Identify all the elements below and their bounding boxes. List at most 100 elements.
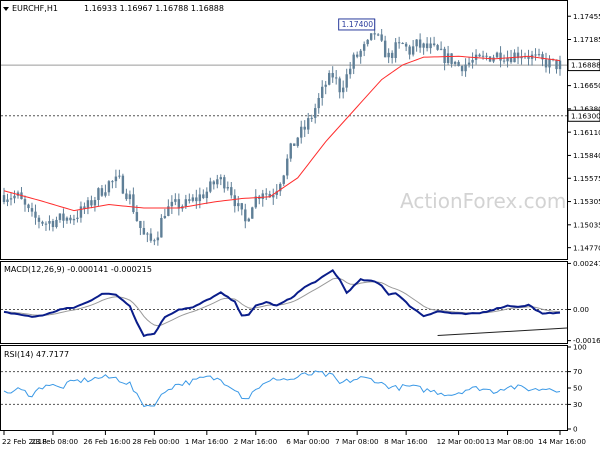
candle-body bbox=[300, 126, 303, 138]
candle-body bbox=[467, 62, 471, 65]
candle-body bbox=[114, 176, 118, 182]
candle-body bbox=[331, 73, 334, 78]
candle-body bbox=[125, 193, 128, 200]
candle-body bbox=[72, 218, 76, 221]
price-tick-label: 1.15575 bbox=[573, 174, 600, 183]
candle-body bbox=[37, 217, 41, 222]
time-tick-label: 6 Mar 00:00 bbox=[286, 437, 330, 446]
rsi-tick-label: 100 bbox=[573, 343, 587, 352]
candle-body bbox=[303, 126, 306, 130]
candle-body bbox=[397, 42, 401, 44]
candle-body bbox=[55, 219, 58, 228]
candle-body bbox=[6, 199, 9, 202]
candle-body bbox=[198, 194, 202, 202]
candle-body bbox=[160, 217, 163, 238]
candle-body bbox=[282, 175, 285, 184]
candle-body bbox=[2, 195, 6, 202]
time-tick-label: 23 Feb 08:00 bbox=[31, 437, 79, 446]
candle-body bbox=[247, 218, 250, 222]
candle-body bbox=[139, 220, 142, 228]
candle-body bbox=[146, 233, 149, 235]
candle-body bbox=[373, 33, 376, 35]
candle-body bbox=[411, 46, 415, 55]
candle-body bbox=[202, 194, 205, 199]
candle-body bbox=[432, 43, 436, 46]
watermark-text: ActionForex.com bbox=[400, 189, 566, 213]
candle-body bbox=[362, 44, 366, 51]
candle-body bbox=[135, 212, 139, 221]
price-tick-label: 1.15035 bbox=[573, 220, 600, 229]
price-tick-label: 1.15840 bbox=[573, 151, 600, 160]
candle-body bbox=[328, 73, 331, 85]
dropdown-triangle-icon[interactable] bbox=[3, 7, 9, 11]
candle-body bbox=[174, 199, 177, 202]
candle-body bbox=[310, 117, 313, 119]
candle-body bbox=[369, 33, 373, 40]
rsi-tick-label: 30 bbox=[573, 400, 583, 409]
candle-body bbox=[485, 55, 488, 57]
candle-body bbox=[499, 52, 502, 61]
candle-body bbox=[149, 233, 153, 241]
candle-body bbox=[132, 194, 135, 213]
candle-body bbox=[544, 59, 548, 68]
candle-body bbox=[555, 59, 558, 70]
candle-body bbox=[156, 237, 160, 241]
candle-body bbox=[90, 200, 93, 206]
candle-body bbox=[23, 199, 27, 205]
candle-body bbox=[376, 34, 380, 36]
candle-body bbox=[415, 39, 418, 47]
candle-body bbox=[191, 197, 195, 201]
candle-body bbox=[527, 56, 530, 59]
candle-body bbox=[345, 74, 348, 88]
candle-body bbox=[13, 195, 16, 199]
candle-body bbox=[65, 217, 69, 221]
candle-body bbox=[548, 58, 551, 68]
candle-body bbox=[394, 42, 397, 58]
candle-body bbox=[240, 203, 243, 210]
price-tick-label: 1.16110 bbox=[573, 128, 600, 137]
rsi-tick-label: 0 bbox=[573, 425, 578, 434]
candle-body bbox=[86, 200, 90, 209]
candle-body bbox=[314, 108, 317, 118]
candle-body bbox=[450, 53, 453, 64]
candle-body bbox=[27, 204, 30, 209]
candle-body bbox=[348, 68, 352, 75]
candle-body bbox=[439, 48, 443, 50]
candle-body bbox=[237, 203, 240, 207]
candle-body bbox=[226, 187, 229, 189]
candle-body bbox=[216, 179, 219, 185]
macd-axis-layer: 0.0024780.00-0.001677 bbox=[567, 259, 600, 345]
price-tick-label: 1.16650 bbox=[573, 81, 600, 90]
candle-body bbox=[537, 54, 541, 56]
time-tick-label: 7 Mar 08:00 bbox=[335, 437, 379, 446]
moving-average-layer bbox=[3, 55, 561, 212]
candle-body bbox=[443, 48, 446, 63]
candle-body bbox=[464, 64, 467, 72]
candle-body bbox=[390, 52, 394, 58]
candle-body bbox=[261, 193, 264, 199]
candle-body bbox=[219, 177, 223, 180]
price-tick-label: 1.14770 bbox=[573, 243, 600, 252]
candle-body bbox=[244, 209, 247, 222]
candle-body bbox=[104, 192, 107, 196]
candle-body bbox=[404, 43, 408, 47]
ohlc-readout: 1.16933 1.16967 1.16788 1.16888 bbox=[84, 4, 224, 13]
candle-body bbox=[184, 199, 188, 207]
candle-body bbox=[195, 197, 198, 202]
candle-body bbox=[317, 97, 320, 109]
price-grid-layer bbox=[1, 64, 567, 117]
candle-body bbox=[97, 188, 100, 200]
candle-body bbox=[223, 177, 226, 189]
candle-body bbox=[177, 199, 181, 209]
candle-body bbox=[44, 223, 48, 225]
candle-body bbox=[502, 60, 506, 62]
candle-body bbox=[387, 52, 390, 58]
peak-annotation-label: 1.17400 bbox=[342, 20, 374, 29]
candle-body bbox=[534, 54, 537, 56]
candle-body bbox=[233, 195, 236, 207]
candle-body bbox=[93, 199, 97, 206]
candle-body bbox=[107, 181, 111, 193]
rsi-tick-label: 50 bbox=[573, 384, 583, 393]
candle-body bbox=[69, 217, 72, 221]
candle-body bbox=[321, 86, 324, 98]
